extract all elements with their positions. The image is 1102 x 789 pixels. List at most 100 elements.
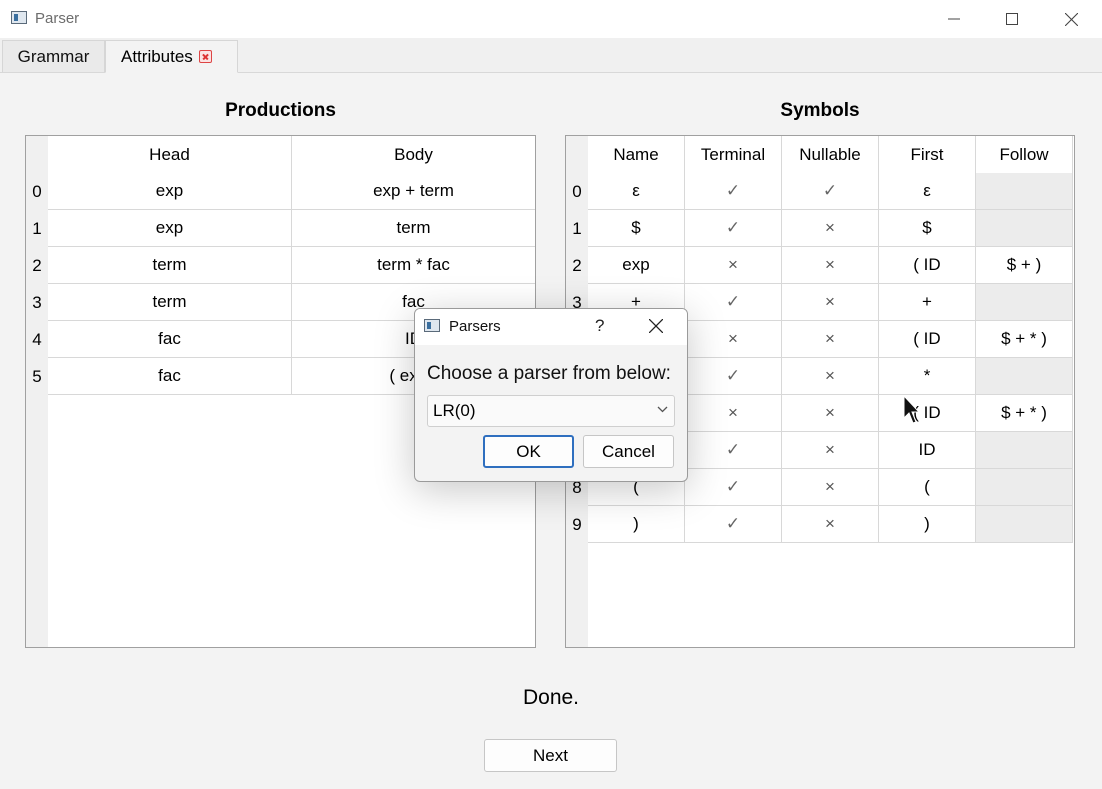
tab-attributes[interactable]: Attributes xyxy=(105,40,238,73)
symbols-cell-first[interactable]: ( ID xyxy=(879,247,976,284)
productions-cell-body[interactable]: exp + term xyxy=(292,173,535,210)
productions-cell-body[interactable]: term xyxy=(292,210,535,247)
symbols-cell-first[interactable]: * xyxy=(879,358,976,395)
productions-column-header[interactable]: Body xyxy=(292,136,535,173)
symbols-cell-terminal[interactable]: × xyxy=(685,395,782,432)
symbols-cell-terminal[interactable]: ✓ xyxy=(685,432,782,469)
maximize-button[interactable] xyxy=(983,0,1041,38)
cancel-button[interactable]: Cancel xyxy=(583,435,674,468)
productions-cell-head[interactable]: fac xyxy=(48,358,292,395)
tab-grammar[interactable]: Grammar xyxy=(2,40,105,72)
symbols-cell-nullable[interactable]: × xyxy=(782,469,879,506)
productions-row-number[interactable]: 3 xyxy=(26,284,48,321)
symbols-title: Symbols xyxy=(780,100,860,121)
symbols-cell-first[interactable]: ( xyxy=(879,469,976,506)
symbols-row-number[interactable]: 1 xyxy=(566,210,588,247)
parser-select[interactable]: LR(0) xyxy=(427,395,675,427)
productions-cell-head[interactable]: term xyxy=(48,247,292,284)
title-bar: Parser xyxy=(0,0,1102,38)
symbols-cell-follow[interactable] xyxy=(976,173,1073,210)
symbols-cell-name[interactable]: ) xyxy=(588,506,685,543)
symbols-cell-terminal[interactable]: × xyxy=(685,321,782,358)
symbols-cell-first[interactable]: ( ID xyxy=(879,395,976,432)
productions-row-number[interactable]: 5 xyxy=(26,358,48,395)
symbols-cell-follow[interactable]: $ + ) xyxy=(976,247,1073,284)
productions-cell-body[interactable]: term * fac xyxy=(292,247,535,284)
minimize-button[interactable] xyxy=(925,0,983,38)
productions-row-number[interactable]: 0 xyxy=(26,173,48,210)
symbols-cell-terminal[interactable]: ✓ xyxy=(685,284,782,321)
productions-cell-head[interactable]: exp xyxy=(48,210,292,247)
next-button[interactable]: Next xyxy=(484,739,617,772)
status-text: Done. xyxy=(522,686,580,709)
symbols-cell-name[interactable]: $ xyxy=(588,210,685,247)
productions-cell-head[interactable]: fac xyxy=(48,321,292,358)
close-icon xyxy=(1064,12,1078,26)
symbols-cell-nullable[interactable]: × xyxy=(782,395,879,432)
symbols-cell-follow[interactable] xyxy=(976,469,1073,506)
ok-button[interactable]: OK xyxy=(483,435,574,468)
tab-close-icon[interactable] xyxy=(198,50,212,63)
symbols-column-header[interactable]: Nullable xyxy=(782,136,879,173)
tab-bar: Grammar Attributes xyxy=(0,38,1102,73)
symbols-cell-first[interactable]: ID xyxy=(879,432,976,469)
productions-row-number[interactable]: 2 xyxy=(26,247,48,284)
symbols-cell-follow[interactable] xyxy=(976,210,1073,247)
parser-select-value: LR(0) xyxy=(433,401,476,420)
help-button[interactable]: ? xyxy=(595,316,604,336)
dialog-app-icon xyxy=(424,319,440,332)
symbols-cell-nullable[interactable]: × xyxy=(782,210,879,247)
symbols-cell-name[interactable]: exp xyxy=(588,247,685,284)
minimize-icon xyxy=(948,18,960,20)
symbols-cell-first[interactable]: $ xyxy=(879,210,976,247)
symbols-cell-follow[interactable] xyxy=(976,432,1073,469)
productions-row-number[interactable]: 4 xyxy=(26,321,48,358)
symbols-cell-follow[interactable] xyxy=(976,358,1073,395)
symbols-column-header[interactable]: Name xyxy=(588,136,685,173)
symbols-cell-follow[interactable] xyxy=(976,284,1073,321)
productions-column-header[interactable]: Head xyxy=(48,136,292,173)
dialog-title-bar: Parsers ? xyxy=(415,309,687,345)
symbols-cell-nullable[interactable]: × xyxy=(782,247,879,284)
symbols-cell-nullable[interactable]: ✓ xyxy=(782,173,879,210)
symbols-column-header[interactable]: Terminal xyxy=(685,136,782,173)
symbols-cell-terminal[interactable]: ✓ xyxy=(685,506,782,543)
symbols-cell-nullable[interactable]: × xyxy=(782,321,879,358)
symbols-cell-terminal[interactable]: ✓ xyxy=(685,358,782,395)
symbols-cell-follow[interactable] xyxy=(976,506,1073,543)
dialog-close-icon[interactable] xyxy=(649,319,663,333)
tab-attributes-label: Attributes xyxy=(121,46,193,66)
symbols-cell-follow[interactable]: $ + * ) xyxy=(976,395,1073,432)
symbols-cell-nullable[interactable]: × xyxy=(782,284,879,321)
parsers-dialog: Parsers ? Choose a parser from below: LR… xyxy=(414,308,688,482)
dialog-title: Parsers xyxy=(449,318,501,335)
symbols-row-number[interactable]: 9 xyxy=(566,506,588,543)
symbols-column-header[interactable]: First xyxy=(879,136,976,173)
productions-row-number[interactable]: 1 xyxy=(26,210,48,247)
symbols-cell-first[interactable]: + xyxy=(879,284,976,321)
symbols-cell-first[interactable]: ) xyxy=(879,506,976,543)
symbols-cell-first[interactable]: ε xyxy=(879,173,976,210)
symbols-cell-terminal[interactable]: ✓ xyxy=(685,173,782,210)
symbols-cell-nullable[interactable]: × xyxy=(782,506,879,543)
productions-title: Productions xyxy=(225,100,336,121)
symbols-cell-nullable[interactable]: × xyxy=(782,358,879,395)
symbols-cell-follow[interactable]: $ + * ) xyxy=(976,321,1073,358)
symbols-cell-first[interactable]: ( ID xyxy=(879,321,976,358)
productions-cell-head[interactable]: term xyxy=(48,284,292,321)
cancel-button-label: Cancel xyxy=(602,441,655,461)
symbols-row-number[interactable]: 0 xyxy=(566,173,588,210)
symbols-cell-terminal[interactable]: ✓ xyxy=(685,210,782,247)
symbols-cell-nullable[interactable]: × xyxy=(782,432,879,469)
window-title: Parser xyxy=(35,10,80,27)
ok-button-label: OK xyxy=(516,441,541,461)
symbols-row-number[interactable]: 2 xyxy=(566,247,588,284)
symbols-cell-name[interactable]: ε xyxy=(588,173,685,210)
symbols-cell-terminal[interactable]: × xyxy=(685,247,782,284)
symbols-cell-terminal[interactable]: ✓ xyxy=(685,469,782,506)
app-icon xyxy=(11,11,27,24)
symbols-column-header[interactable]: Follow xyxy=(976,136,1073,173)
tab-grammar-label: Grammar xyxy=(17,46,90,66)
close-button[interactable] xyxy=(1042,0,1100,38)
productions-cell-head[interactable]: exp xyxy=(48,173,292,210)
